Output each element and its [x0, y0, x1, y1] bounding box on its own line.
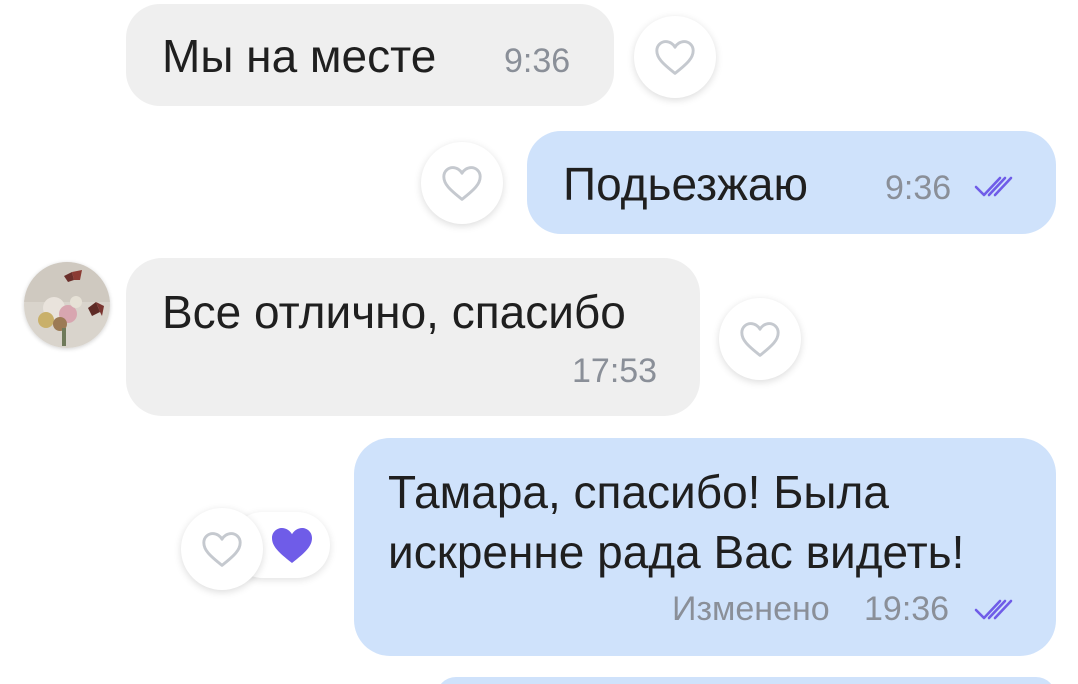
heart-outline-icon [740, 322, 780, 357]
heart-outline-icon [202, 532, 242, 567]
like-heart-button[interactable] [719, 298, 801, 380]
message-text: Подьезжаю [563, 158, 808, 210]
message-time: 9:36 [504, 42, 571, 80]
message-bubble-outgoing-partial[interactable] [436, 677, 1056, 684]
heart-outline-icon [655, 40, 695, 75]
message-bubble-incoming[interactable]: Мы на месте 9:36 [126, 4, 614, 106]
heart-outline-icon [442, 166, 482, 201]
message-time: 19:36 [864, 590, 950, 628]
message-bubble-incoming[interactable]: Все отлично, спасибо 17:53 [126, 258, 700, 416]
like-heart-button[interactable] [634, 16, 716, 98]
edited-label: Изменено [672, 590, 830, 628]
message-time: 17:53 [572, 352, 658, 390]
message-text: Все отлично, спасибо [162, 286, 626, 338]
like-heart-button[interactable] [181, 508, 263, 590]
message-bubble-outgoing[interactable]: Тамара, спасибо! Была искренне рада Вас … [354, 438, 1056, 656]
message-text-line-1: Тамара, спасибо! Была [388, 466, 889, 518]
double-check-icon [974, 599, 1013, 620]
chat-conversation: Мы на месте 9:36 Подьезжаю 9:36 Все отли… [0, 0, 1078, 684]
double-check-icon [974, 176, 1013, 197]
like-heart-button[interactable] [421, 142, 503, 224]
message-text-line-2: искренне рада Вас видеть! [388, 526, 965, 578]
avatar-flowers-image [24, 262, 110, 348]
avatar[interactable] [24, 262, 110, 348]
message-bubble-outgoing[interactable]: Подьезжаю 9:36 [527, 131, 1056, 234]
message-time: 9:36 [885, 169, 952, 207]
purple-heart-icon [272, 528, 312, 563]
message-text: Мы на месте [162, 30, 437, 82]
